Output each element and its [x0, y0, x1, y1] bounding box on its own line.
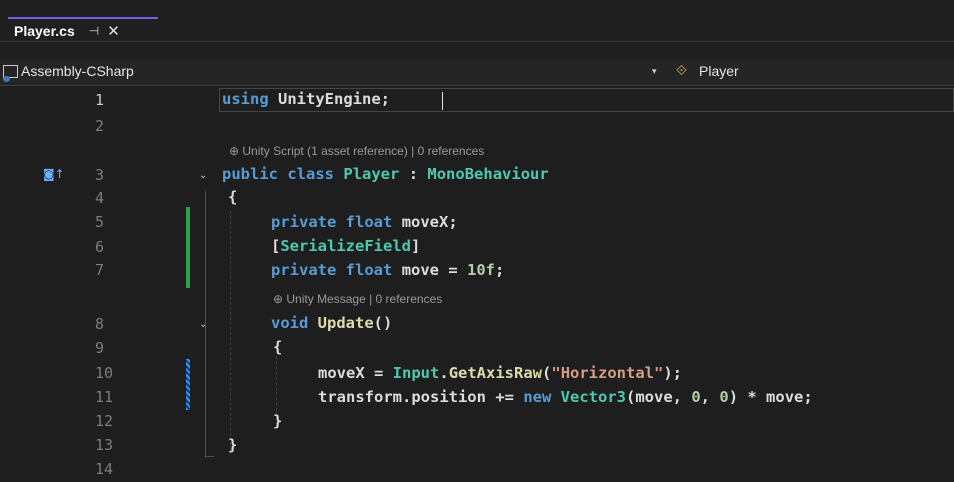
unity-class-marker-icon[interactable]: ◙↑ — [43, 167, 65, 181]
text-caret — [442, 92, 443, 110]
token-punct: = — [364, 364, 393, 382]
indent-guide — [276, 356, 277, 416]
tab-player-cs[interactable]: Player.cs ⊣ ✕ — [8, 17, 158, 43]
unsaved-lines-marker — [186, 359, 190, 410]
token-keyword: private — [271, 261, 337, 279]
changed-lines-marker — [186, 207, 190, 288]
token-punct: ) — [728, 388, 739, 406]
token-number: 10f — [467, 261, 496, 279]
class-icon: ⟐ — [676, 63, 688, 79]
code-line-6: [SerializeField] — [271, 237, 420, 255]
token-namespace: UnityEngine — [278, 90, 381, 108]
token-type: MonoBehaviour — [427, 165, 549, 183]
tab-strip: Player.cs ⊣ ✕ — [0, 0, 954, 43]
token-punct: [ — [271, 237, 281, 255]
code-line-1: using UnityEngine; — [222, 90, 390, 108]
fold-chevron-icon[interactable]: ⌄ — [199, 170, 207, 181]
token-punct: , — [700, 388, 720, 406]
line-number: 8 — [95, 315, 105, 333]
token-keyword: new — [523, 388, 552, 406]
project-dropdown[interactable]: Assembly-CSharp — [21, 63, 134, 79]
line-number: 14 — [95, 460, 114, 478]
code-line-3: public class Player : MonoBehaviour — [222, 165, 549, 183]
code-line-13: } — [228, 436, 238, 454]
token-punct: ); — [663, 364, 683, 382]
line-number: 11 — [95, 388, 114, 406]
token-identifier: moveX — [318, 364, 365, 382]
token-punct: ; — [380, 90, 391, 108]
token-punct: ( — [542, 364, 552, 382]
codelens-method[interactable]: ⊕ Unity Message | 0 references — [273, 292, 442, 306]
token-punct: = — [439, 261, 468, 279]
line-number: 10 — [95, 364, 114, 382]
code-line-8: void Update() — [271, 314, 392, 332]
token-method: Update — [317, 314, 374, 332]
code-line-12: } — [273, 412, 283, 430]
token-attribute: SerializeField — [280, 237, 411, 255]
line-number: 13 — [95, 436, 114, 454]
token-keyword: public — [222, 165, 278, 183]
line-number: 9 — [95, 339, 105, 357]
token-keyword: class — [287, 165, 335, 183]
csharp-project-icon — [3, 65, 18, 82]
token-punct: , — [672, 388, 692, 406]
token-method: GetAxisRaw — [448, 364, 543, 382]
token-punct: ; — [803, 388, 813, 406]
code-line-11: transform.position += new Vector3(move, … — [318, 388, 813, 406]
code-line-7: private float move = 10f; — [271, 261, 504, 279]
line-number: 1 — [95, 91, 105, 109]
token-keyword: private — [271, 213, 337, 231]
indent-guide — [230, 211, 231, 451]
token-punct: . — [439, 364, 449, 382]
token-type: Player — [343, 165, 400, 183]
class-fold-guide — [205, 191, 206, 457]
line-number: 7 — [95, 261, 105, 279]
token-identifier: move — [401, 261, 440, 279]
token-type: Vector3 — [560, 388, 626, 406]
token-punct: ; — [448, 213, 458, 231]
codelens-class[interactable]: ⊕ Unity Script (1 asset reference) | 0 r… — [229, 144, 484, 158]
code-line-10: moveX = Input.GetAxisRaw("Horizontal"); — [318, 364, 682, 382]
token-punct: ; — [495, 261, 505, 279]
token-punct: * — [738, 388, 767, 406]
code-line-4: { — [228, 188, 238, 206]
token-string: "Horizontal" — [551, 364, 664, 382]
chevron-down-icon[interactable]: ▾ — [652, 66, 657, 77]
navigation-bar: Assembly-CSharp ▾ ⟐ Player — [0, 60, 954, 86]
close-icon[interactable]: ✕ — [107, 22, 120, 40]
token-punct: ] — [411, 237, 421, 255]
code-line-9: { — [273, 338, 283, 356]
code-editor[interactable]: 1 2 3 4 5 6 7 8 9 10 11 12 13 14 ◙↑ ⌄ ⌄ … — [0, 86, 954, 482]
token-keyword: using — [222, 90, 269, 108]
token-punct: ( — [625, 388, 636, 406]
class-fold-guide-end — [205, 456, 214, 458]
token-type: Input — [392, 364, 440, 382]
token-punct: += — [485, 388, 524, 406]
token-identifier: moveX — [401, 213, 449, 231]
line-number: 6 — [95, 238, 105, 256]
token-identifier: transform.position — [318, 388, 486, 406]
token-identifier: move — [766, 388, 804, 406]
line-number: 4 — [95, 189, 105, 207]
type-dropdown[interactable]: Player — [699, 63, 739, 79]
tab-title: Player.cs — [14, 23, 75, 39]
line-number: 12 — [95, 412, 114, 430]
token-keyword: float — [345, 213, 393, 231]
token-keyword: void — [271, 314, 309, 332]
fold-chevron-icon[interactable]: ⌄ — [199, 319, 207, 330]
line-number: 5 — [95, 213, 105, 231]
token-punct: : — [408, 165, 419, 183]
code-line-5: private float moveX; — [271, 213, 458, 231]
token-keyword: float — [345, 261, 393, 279]
token-punct: () — [373, 314, 393, 332]
line-number: 2 — [95, 117, 105, 135]
token-number: 0 — [719, 388, 729, 406]
pin-icon[interactable]: ⊣ — [89, 24, 99, 38]
token-number: 0 — [691, 388, 701, 406]
token-identifier: move — [635, 388, 673, 406]
line-number: 3 — [95, 166, 105, 184]
